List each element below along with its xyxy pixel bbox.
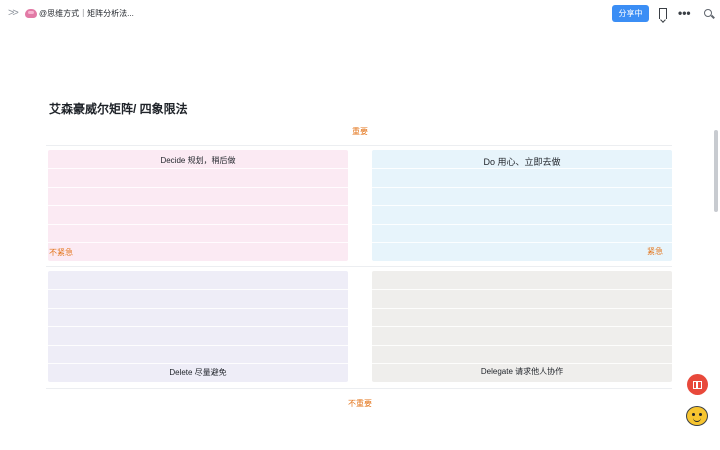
search-icon[interactable] [704,9,712,17]
scrollbar-thumb[interactable] [714,130,718,212]
document-title-breadcrumb[interactable]: @思维方式｜矩阵分析法... [39,8,134,19]
axis-label-urgent: 紧急 [647,247,663,256]
bookmark-icon[interactable] [659,8,667,19]
brain-emoji-icon [25,9,37,18]
divider [46,145,672,146]
gift-button[interactable] [687,374,708,395]
axis-label-not-urgent: 不紧急 [49,248,73,257]
divider [46,266,672,267]
divider [46,388,672,389]
assistant-icon[interactable] [686,406,708,426]
scrollbar-track[interactable] [713,28,717,450]
share-button[interactable]: 分享中 [612,5,649,22]
page-title: 艾森豪威尔矩阵/ 四象限法 [49,102,188,116]
quadrant-delete-title: Delete 尽量避免 [169,368,227,377]
quadrant-decide[interactable]: Decide 规划，稍后做 [48,150,348,261]
more-icon[interactable]: ••• [678,6,691,20]
quadrant-delegate[interactable]: Delegate 请求他人协作 [372,271,672,382]
quadrant-do-title: Do 用心、立即去做 [483,157,561,167]
expand-sidebar-icon[interactable]: >> [8,7,19,19]
quadrant-decide-title: Decide 规划，稍后做 [160,156,236,165]
gift-icon [693,380,702,389]
axis-label-important: 重要 [352,127,368,136]
quadrant-do[interactable]: Do 用心、立即去做 [372,150,672,261]
top-bar: >> @思维方式｜矩阵分析法... 分享中 ••• [0,0,720,28]
quadrant-delete[interactable]: Delete 尽量避免 [48,271,348,382]
axis-label-unimportant: 不重要 [348,399,372,408]
quadrant-delegate-title: Delegate 请求他人协作 [480,367,564,376]
